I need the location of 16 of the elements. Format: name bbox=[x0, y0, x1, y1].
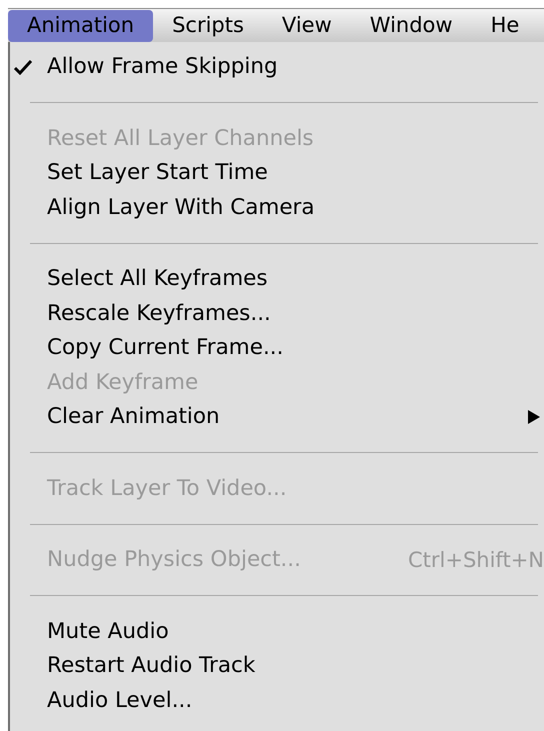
menu-item[interactable]: Allow Frame Skipping bbox=[10, 50, 544, 84]
menu-item[interactable]: Audio Level... bbox=[10, 684, 544, 718]
menu-item[interactable]: Clear Animation bbox=[10, 400, 544, 434]
menu-item[interactable]: Mute Audio bbox=[10, 614, 544, 649]
menu-item[interactable]: Align Layer With Camera bbox=[10, 190, 544, 225]
menu-title[interactable]: Window bbox=[350, 10, 472, 42]
menu-item[interactable]: Restart Audio Track bbox=[10, 649, 544, 684]
menu-item[interactable]: Rescale Keyframes... bbox=[10, 296, 544, 331]
menu-item[interactable]: Set Layer Start Time bbox=[10, 156, 544, 190]
menu-title[interactable]: He bbox=[472, 10, 538, 42]
menu-item[interactable]: Copy Current Frame... bbox=[10, 331, 544, 366]
menu-title[interactable]: Scripts bbox=[153, 10, 263, 42]
shortcut-label: Ctrl+Shift+N bbox=[408, 546, 544, 574]
menu-title[interactable]: Animation bbox=[8, 10, 154, 42]
menu-item[interactable]: Select All Keyframes bbox=[10, 262, 544, 296]
menu-title[interactable]: View bbox=[262, 10, 351, 42]
